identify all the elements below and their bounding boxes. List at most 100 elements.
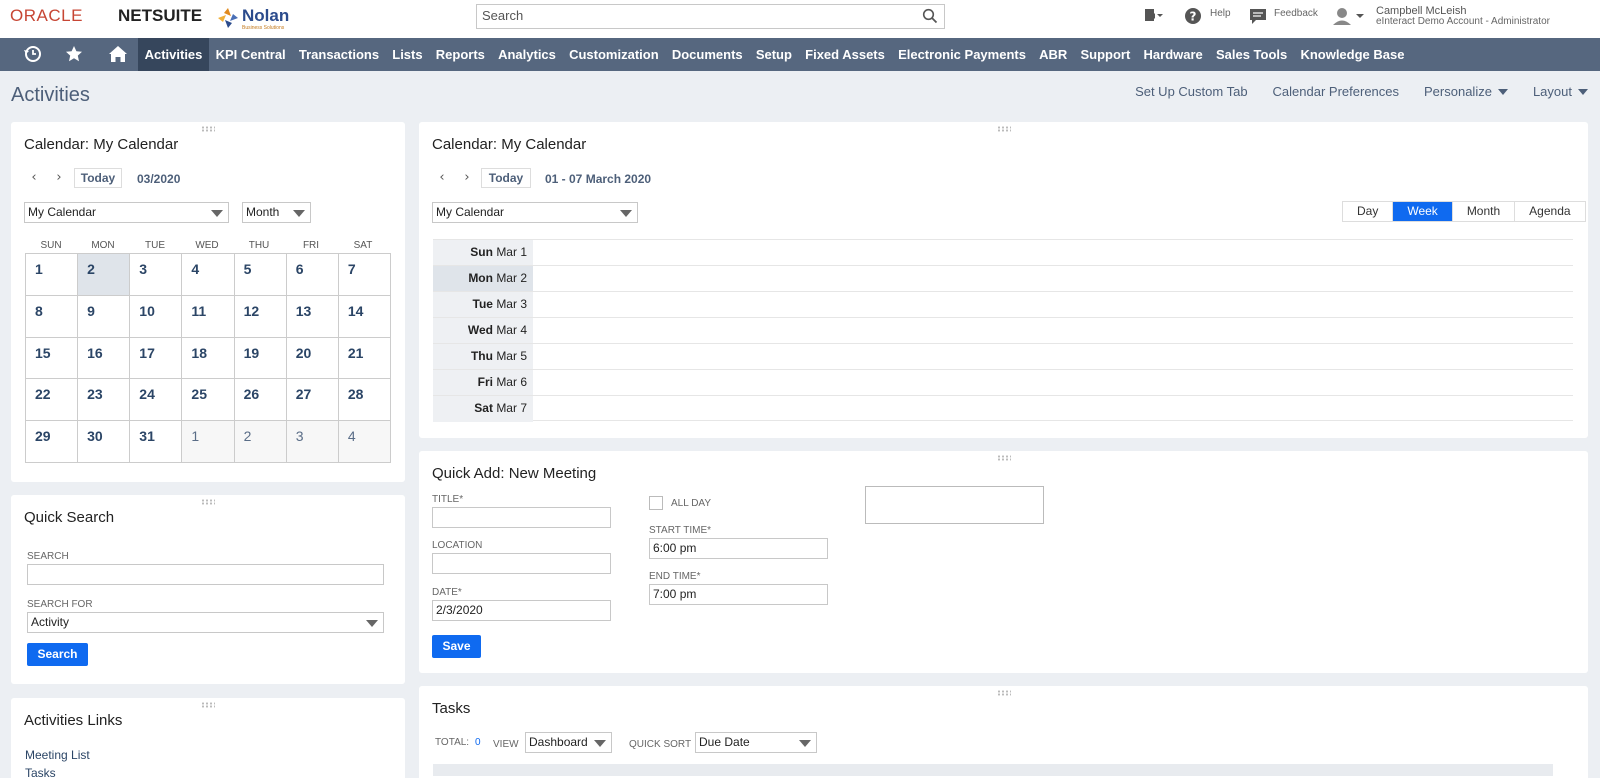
home-icon[interactable]: [100, 38, 136, 71]
nav-item-customization[interactable]: Customization: [563, 38, 666, 71]
calendar-day[interactable]: 6: [286, 254, 339, 296]
calendar-day[interactable]: 14: [338, 295, 391, 338]
drag-handle-icon[interactable]: [201, 499, 215, 505]
calendar-day[interactable]: 10: [130, 295, 183, 338]
calendar-day[interactable]: 28: [338, 379, 391, 422]
view-month-button[interactable]: Month: [1451, 202, 1514, 221]
quick-search-button[interactable]: Search: [27, 643, 88, 666]
calendar-day[interactable]: 29: [26, 421, 79, 463]
calendar-day[interactable]: 5: [234, 254, 287, 296]
calendar-day-next-month[interactable]: 2: [234, 421, 287, 463]
user-menu-icon[interactable]: [1331, 6, 1365, 26]
nav-item-reports[interactable]: Reports: [429, 38, 491, 71]
mini-calendar-select[interactable]: My Calendar: [24, 202, 229, 223]
calendar-day[interactable]: 20: [286, 337, 339, 380]
calendar-day[interactable]: 11: [182, 295, 235, 338]
calendar-day[interactable]: 25: [182, 379, 235, 422]
meeting-title-input[interactable]: [432, 507, 611, 528]
week-row-tue[interactable]: Tue Mar 3: [433, 291, 1573, 318]
week-row-wed[interactable]: Wed Mar 4: [433, 317, 1573, 344]
week-row-thu[interactable]: Thu Mar 5: [433, 343, 1573, 370]
quick-sort-select[interactable]: Due Date: [695, 732, 817, 753]
calendar-day-next-month[interactable]: 1: [182, 421, 235, 463]
week-row-mon[interactable]: Mon Mar 2: [433, 265, 1573, 292]
oracle-logo[interactable]: ORACLE: [10, 6, 83, 26]
drag-handle-icon[interactable]: [996, 690, 1011, 696]
mini-today-button[interactable]: Today: [74, 168, 122, 188]
drag-handle-icon[interactable]: [201, 126, 215, 132]
feedback-link[interactable]: Feedback: [1274, 8, 1318, 19]
nav-item-transactions[interactable]: Transactions: [292, 38, 385, 71]
calendar-day[interactable]: 23: [78, 379, 131, 422]
nav-item-sales-tools[interactable]: Sales Tools: [1209, 38, 1293, 71]
calendar-day[interactable]: 12: [234, 295, 287, 338]
calendar-day[interactable]: 22: [26, 379, 79, 422]
nav-item-support[interactable]: Support: [1074, 38, 1137, 71]
calendar-day[interactable]: 18: [182, 337, 235, 380]
help-icon[interactable]: ?: [1183, 6, 1205, 26]
nav-item-fixed-assets[interactable]: Fixed Assets: [799, 38, 892, 71]
calendar-day[interactable]: 21: [338, 337, 391, 380]
star-icon[interactable]: [56, 38, 92, 71]
calendar-day[interactable]: 8: [26, 295, 79, 338]
calendar-day[interactable]: 15: [26, 337, 79, 380]
week-row-sun[interactable]: Sun Mar 1: [433, 239, 1573, 266]
meeting-notes-textarea[interactable]: [865, 486, 1044, 524]
calendar-day-selected[interactable]: 2: [78, 254, 131, 296]
create-new-icon[interactable]: [1142, 6, 1164, 26]
global-search-input[interactable]: Search: [476, 4, 945, 29]
drag-handle-icon[interactable]: [996, 126, 1011, 132]
calendar-day[interactable]: 9: [78, 295, 131, 338]
calendar-day[interactable]: 4: [182, 254, 235, 296]
calendar-day[interactable]: 24: [130, 379, 183, 422]
quick-search-input[interactable]: [27, 564, 384, 585]
set-up-custom-tab-link[interactable]: Set Up Custom Tab: [1135, 84, 1247, 99]
drag-handle-icon[interactable]: [996, 455, 1011, 461]
all-day-checkbox[interactable]: [649, 496, 663, 510]
week-today-button[interactable]: Today: [481, 168, 531, 188]
week-row-fri[interactable]: Fri Mar 6: [433, 369, 1573, 396]
nav-item-lists[interactable]: Lists: [386, 38, 430, 71]
drag-handle-icon[interactable]: [201, 702, 215, 708]
feedback-icon[interactable]: [1248, 6, 1270, 26]
week-row-sat[interactable]: Sat Mar 7: [433, 395, 1573, 422]
calendar-day[interactable]: 7: [338, 254, 391, 296]
search-for-select[interactable]: Activity: [27, 612, 384, 633]
personalize-menu[interactable]: Personalize: [1424, 84, 1508, 99]
recent-icon[interactable]: [15, 38, 51, 71]
week-calendar-select[interactable]: My Calendar: [432, 202, 638, 223]
search-icon[interactable]: [922, 8, 938, 24]
user-role[interactable]: eInteract Demo Account - Administrator: [1376, 16, 1550, 27]
prev-month-button[interactable]: ‹: [27, 171, 41, 185]
save-button[interactable]: Save: [432, 635, 481, 658]
meeting-list-link[interactable]: Meeting List: [25, 748, 90, 762]
calendar-day[interactable]: 27: [286, 379, 339, 422]
prev-week-button[interactable]: ‹: [435, 171, 449, 185]
calendar-day[interactable]: 31: [130, 421, 183, 463]
calendar-day[interactable]: 1: [26, 254, 79, 296]
nav-item-activities[interactable]: Activities: [138, 38, 209, 71]
view-day-button[interactable]: Day: [1343, 202, 1392, 221]
calendar-day-next-month[interactable]: 3: [286, 421, 339, 463]
layout-menu[interactable]: Layout: [1533, 84, 1588, 99]
nav-item-documents[interactable]: Documents: [665, 38, 749, 71]
calendar-preferences-link[interactable]: Calendar Preferences: [1273, 84, 1399, 99]
nav-item-knowledge-base[interactable]: Knowledge Base: [1294, 38, 1411, 71]
nav-item-electronic-payments[interactable]: Electronic Payments: [891, 38, 1032, 71]
calendar-day[interactable]: 26: [234, 379, 287, 422]
next-month-button[interactable]: ›: [52, 171, 66, 185]
calendar-day[interactable]: 16: [78, 337, 131, 380]
nav-item-abr[interactable]: ABR: [1033, 38, 1074, 71]
calendar-day-next-month[interactable]: 4: [338, 421, 391, 463]
nav-item-kpi-central[interactable]: KPI Central: [209, 38, 292, 71]
calendar-day[interactable]: 30: [78, 421, 131, 463]
nav-item-hardware[interactable]: Hardware: [1137, 38, 1209, 71]
end-time-input[interactable]: 7:00 pm: [649, 584, 828, 605]
calendar-day[interactable]: 13: [286, 295, 339, 338]
meeting-date-input[interactable]: 2/3/2020: [432, 600, 611, 621]
view-agenda-button[interactable]: Agenda: [1514, 202, 1584, 221]
nav-item-setup[interactable]: Setup: [749, 38, 798, 71]
calendar-day[interactable]: 17: [130, 337, 183, 380]
tasks-link[interactable]: Tasks: [25, 766, 56, 778]
view-week-button[interactable]: Week: [1392, 202, 1452, 221]
